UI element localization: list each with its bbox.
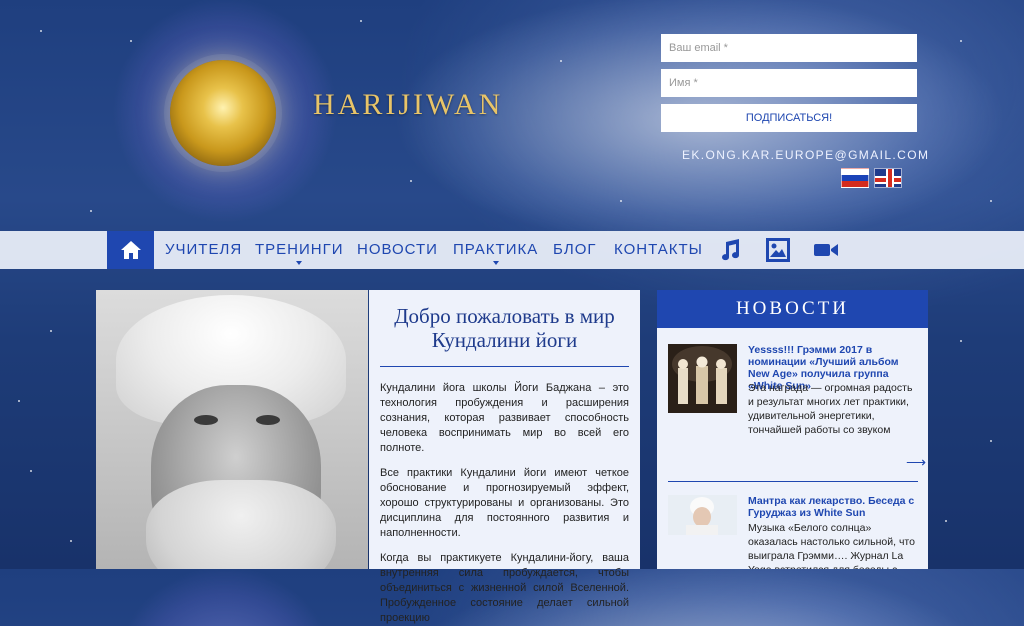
nav-home-button[interactable] (107, 231, 154, 269)
video-icon (814, 244, 838, 256)
divider (668, 481, 918, 482)
welcome-panel: Добро пожаловать в мир Кундалини йоги Ку… (369, 290, 640, 624)
news-excerpt: Эта награда — огромная радость и результ… (748, 382, 913, 436)
arrow-right-icon[interactable]: ⟶ (906, 454, 926, 471)
contact-email[interactable]: EK.ONG.KAR.EUROPE@GMAIL.COM (682, 148, 929, 162)
news-item: Мантра как лекарство. Беседа с Гуруджаз … (668, 495, 918, 569)
gong-logo[interactable] (170, 60, 276, 166)
brand-name[interactable]: HARIJIWAN (313, 88, 503, 122)
name-field[interactable] (661, 69, 917, 97)
nav-item-trainings[interactable]: Тренинги (255, 231, 344, 269)
gallery-button[interactable] (765, 237, 791, 263)
email-field[interactable] (661, 34, 917, 62)
nav-item-news[interactable]: Новости (357, 231, 438, 269)
news-excerpt: Музыка «Белого солнца» оказалась настоль… (748, 522, 915, 569)
russian-flag-icon[interactable] (841, 168, 869, 188)
news-panel: НОВОСТИ Yessss!!! Грэмми 2017 в номинаци… (657, 290, 928, 569)
nav-item-practice[interactable]: Практика (453, 231, 538, 269)
news-item: Yessss!!! Грэмми 2017 в номинации «Лучши… (668, 344, 918, 474)
music-button[interactable] (717, 237, 743, 263)
image-gallery-icon (766, 238, 790, 262)
welcome-paragraph: Все практики Кундалини йоги имеют четкое… (380, 467, 629, 539)
caret-down-icon (296, 261, 303, 265)
welcome-paragraph: Кундалини йога школы Йоги Баджана – это … (380, 382, 629, 454)
teacher-photo (96, 290, 368, 569)
home-icon (120, 241, 141, 259)
nav-item-blog[interactable]: Блог (553, 231, 596, 269)
divider (380, 366, 629, 367)
video-button[interactable] (812, 237, 840, 263)
welcome-paragraph: Когда вы практикуете Кундалини-йогу, ваш… (380, 552, 629, 624)
music-icon (722, 239, 740, 261)
subscribe-button[interactable]: ПОДПИСАТЬСЯ! (661, 104, 917, 132)
nav-item-teachers[interactable]: Учителя (165, 231, 242, 269)
news-thumbnail[interactable] (668, 495, 737, 535)
news-heading: НОВОСТИ (657, 290, 928, 328)
news-title-link[interactable]: Мантра как лекарство. Беседа с Гуруджаз … (748, 495, 920, 519)
caret-down-icon (492, 261, 499, 265)
english-flag-icon[interactable] (874, 168, 902, 188)
main-nav: Учителя Тренинги Новости Практика Блог К… (0, 231, 1024, 269)
nav-item-contacts[interactable]: Контакты (614, 231, 703, 269)
news-thumbnail[interactable] (668, 344, 737, 413)
welcome-title: Добро пожаловать в мир Кундалини йоги (394, 304, 615, 352)
